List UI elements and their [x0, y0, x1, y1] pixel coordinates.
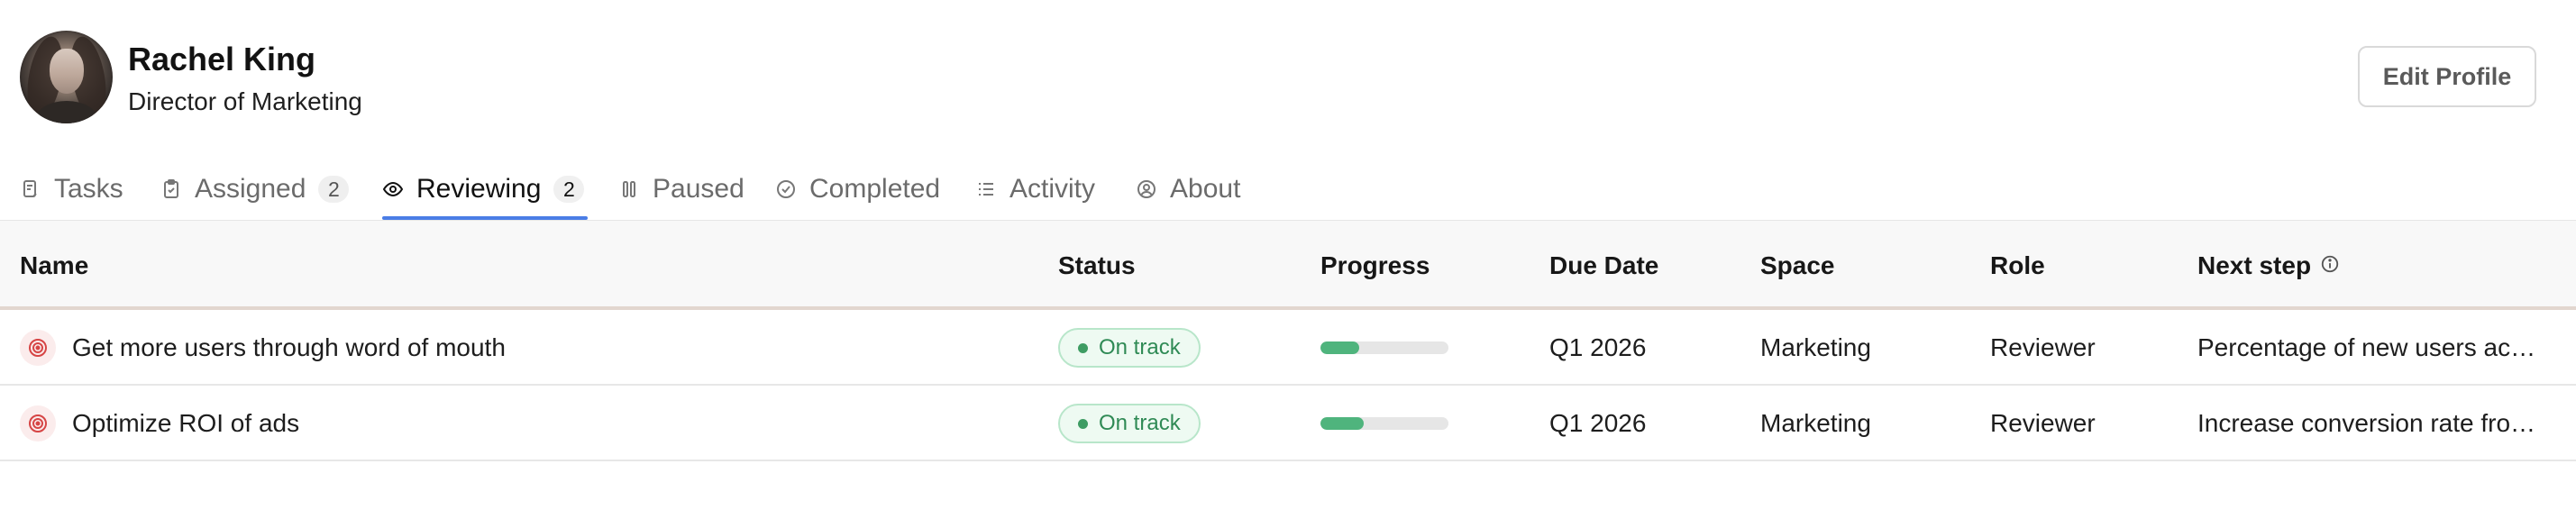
user-circle-icon: [1136, 178, 1157, 200]
clipboard-check-icon: [160, 178, 182, 200]
target-icon: [20, 405, 56, 442]
role: Reviewer: [1990, 333, 2096, 361]
progress-cell: [1320, 386, 1448, 461]
due-date: Q1 2026: [1549, 333, 1647, 361]
table-header: Name Status Progress Due Date Space Role…: [0, 220, 2576, 310]
goal-name-cell: Get more users through word of mouth: [20, 310, 1029, 386]
space: Marketing: [1760, 409, 1871, 437]
progress-cell: [1320, 310, 1448, 386]
tab-label: Completed: [809, 174, 941, 204]
progress-fill: [1320, 341, 1359, 354]
tab-assigned[interactable]: Assigned 2: [160, 159, 350, 220]
info-icon[interactable]: [2320, 251, 2340, 280]
status-badge: On track: [1058, 328, 1201, 368]
tab-label: Assigned: [195, 174, 306, 204]
status-badge: On track: [1058, 404, 1201, 443]
status-text: On track: [1099, 411, 1181, 435]
column-header-due-date[interactable]: Due Date: [1549, 221, 1658, 311]
next-step: Percentage of new users ac…: [2197, 333, 2536, 361]
tab-paused[interactable]: Paused: [618, 159, 744, 220]
progress-bar: [1320, 417, 1448, 430]
tab-reviewing[interactable]: Reviewing 2: [382, 159, 585, 220]
target-icon: [20, 330, 56, 366]
status-text: On track: [1099, 335, 1181, 360]
tab-label: Tasks: [54, 174, 123, 204]
progress-fill: [1320, 417, 1365, 430]
tab-label: About: [1170, 174, 1241, 204]
column-header-role[interactable]: Role: [1990, 221, 2045, 311]
tab-label: Activity: [1009, 174, 1096, 204]
goal-name: Optimize ROI of ads: [72, 409, 300, 437]
check-circle-icon: [775, 178, 797, 200]
profile-name: Rachel King: [128, 41, 316, 77]
list-icon: [975, 178, 997, 200]
status-dot: [1078, 342, 1088, 353]
column-header-space[interactable]: Space: [1760, 221, 1835, 311]
tasks-icon: [20, 178, 41, 200]
status-dot: [1078, 418, 1088, 429]
status-cell: On track: [1058, 386, 1201, 461]
tab-about[interactable]: About: [1136, 159, 1240, 220]
profile-tabs: Tasks Assigned 2 Reviewing 2 Paused Comp…: [0, 159, 2576, 220]
tab-count-badge: 2: [553, 176, 585, 203]
column-header-status[interactable]: Status: [1058, 221, 1136, 311]
role: Reviewer: [1990, 409, 2096, 437]
status-cell: On track: [1058, 310, 1201, 386]
tab-tasks[interactable]: Tasks: [20, 159, 123, 220]
profile-header: Rachel King Director of Marketing Edit P…: [0, 0, 2576, 153]
table-row[interactable]: Get more users through word of mouth On …: [0, 310, 2576, 386]
avatar[interactable]: [20, 31, 113, 123]
progress-bar: [1320, 341, 1448, 354]
table-row[interactable]: Optimize ROI of ads On track Q1 2026 Mar…: [0, 386, 2576, 461]
due-date: Q1 2026: [1549, 409, 1647, 437]
edit-profile-button[interactable]: Edit Profile: [2358, 46, 2536, 107]
eye-icon: [382, 178, 404, 200]
tab-label: Reviewing: [416, 174, 542, 204]
column-header-label: Next step: [2197, 251, 2312, 279]
tab-completed[interactable]: Completed: [775, 159, 940, 220]
space: Marketing: [1760, 333, 1871, 361]
column-header-progress[interactable]: Progress: [1320, 221, 1430, 311]
goals-table: Name Status Progress Due Date Space Role…: [0, 220, 2576, 461]
profile-title: Director of Marketing: [128, 87, 362, 115]
tab-label: Paused: [653, 174, 744, 204]
column-header-next-step[interactable]: Next step: [2197, 221, 2340, 311]
tab-count-badge: 2: [318, 176, 350, 203]
tab-activity[interactable]: Activity: [975, 159, 1095, 220]
column-header-name[interactable]: Name: [20, 221, 88, 311]
next-step: Increase conversion rate fro…: [2197, 409, 2536, 437]
goal-name-cell: Optimize ROI of ads: [20, 386, 1029, 461]
pause-icon: [618, 178, 640, 200]
goal-name: Get more users through word of mouth: [72, 333, 506, 361]
